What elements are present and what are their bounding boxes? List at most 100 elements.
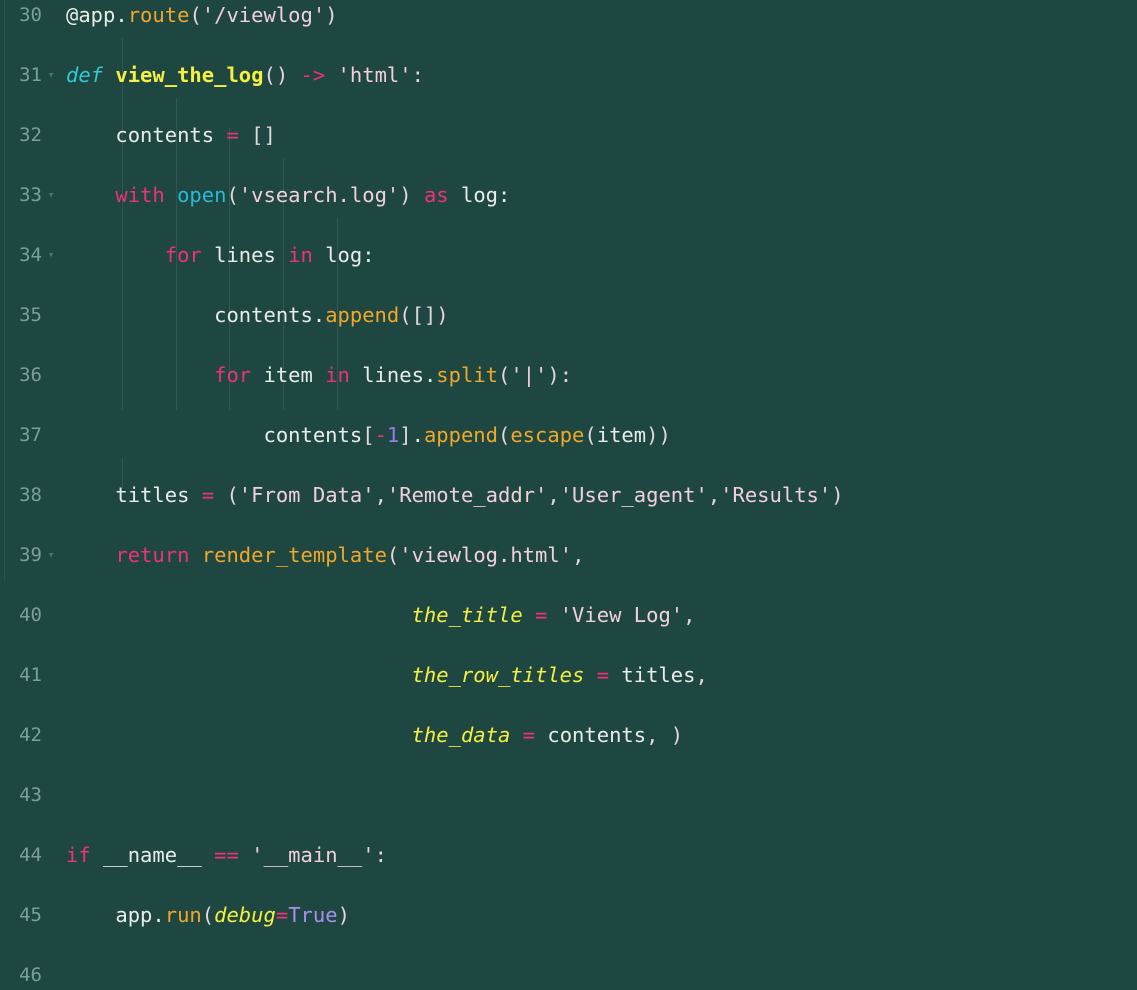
line-number: 32 (19, 124, 42, 146)
token: '|' (510, 363, 548, 387)
token: = (535, 603, 548, 627)
token: split (436, 363, 499, 387)
fold-arrow-icon[interactable]: ▾ (44, 240, 58, 270)
token: debug (214, 903, 276, 927)
code-line[interactable]: 33 ▾ with open('vsearch.log') as log: (0, 180, 1137, 210)
code-content-area[interactable]: 30 @app.route('/viewlog') 31 ▾ def view_the_… (0, 0, 1137, 986)
line-source-text: if __name__ == '__main__': (66, 840, 387, 870)
token: item (596, 423, 647, 447)
code-line[interactable]: 46 (0, 960, 1137, 990)
token: 'html' (337, 63, 412, 87)
token: ( (399, 303, 412, 327)
fold-arrow-icon[interactable]: ▾ (44, 540, 58, 570)
token: route (127, 3, 190, 27)
token: = (275, 903, 289, 927)
token: append (325, 303, 400, 327)
code-line[interactable]: 36 for item in lines.split('|'): (0, 360, 1137, 390)
token: -> (300, 63, 326, 87)
token: = (596, 663, 610, 687)
token: titles (66, 483, 202, 507)
token: return (115, 543, 190, 567)
token: [] (251, 123, 276, 147)
fold-arrow-icon[interactable]: ▾ (44, 180, 58, 210)
token: = (522, 723, 536, 747)
token: contents (66, 123, 227, 147)
code-line[interactable]: 30 @app.route('/viewlog') (0, 0, 1137, 30)
token: , (707, 483, 721, 507)
fold-arrow-icon[interactable]: ▾ (44, 60, 58, 90)
token: ) (325, 3, 338, 27)
token: app. (66, 903, 165, 927)
token: : (411, 63, 424, 87)
code-line[interactable]: 41 the_row_titles = titles, (0, 660, 1137, 690)
code-line[interactable]: 42 the_data = contents, ) (0, 720, 1137, 750)
token: the_title (411, 603, 523, 627)
code-line[interactable]: 45 app.run(debug=True) (0, 900, 1137, 930)
token: 'Remote_addr' (386, 483, 548, 507)
token: ( (201, 903, 215, 927)
token: for (164, 243, 202, 267)
token: item (251, 363, 326, 387)
code-line[interactable]: 38 titles = ('From Data','Remote_addr','… (0, 480, 1137, 510)
token: , (547, 483, 560, 507)
token: : (374, 843, 387, 867)
line-number: 40 (19, 604, 42, 626)
line-source-text: contents.append([]) (66, 300, 449, 330)
code-line[interactable]: 31 ▾ def view_the_log() -> 'html': (0, 60, 1137, 90)
token: contents (66, 423, 363, 447)
code-line[interactable]: 43 (0, 780, 1137, 810)
token: lines. (349, 363, 437, 387)
token: the_data (411, 723, 511, 747)
code-line[interactable]: 34 ▾ for lines in log: (0, 240, 1137, 270)
code-line[interactable]: 32 contents = [] (0, 120, 1137, 150)
token: in (288, 243, 313, 267)
code-line[interactable]: 37 contents[-1].append(escape(item)) (0, 420, 1137, 450)
code-line[interactable]: 35 contents.append([]) (0, 300, 1137, 330)
token: ( (498, 423, 511, 447)
token: with (115, 183, 165, 207)
token: , (695, 663, 708, 687)
token: 'viewlog.html' (399, 543, 573, 567)
token: escape (510, 423, 585, 447)
token: ( (498, 363, 511, 387)
line-number: 45 (19, 904, 42, 926)
line-number: 42 (19, 724, 42, 746)
token: open (177, 183, 227, 207)
token: the_row_titles (411, 663, 585, 687)
line-source-text: titles = ('From Data','Remote_addr','Use… (66, 480, 843, 510)
line-number: 35 (19, 304, 42, 326)
token: '/viewlog' (201, 3, 326, 27)
code-line[interactable]: 40 the_title = 'View Log', (0, 600, 1137, 630)
token: append (423, 423, 498, 447)
code-line[interactable]: 44 if __name__ == '__main__': (0, 840, 1137, 870)
token: in (325, 363, 350, 387)
line-source-text: the_title = 'View Log', (66, 600, 696, 630)
token: 'vsearch.log' (238, 183, 400, 207)
line-number: 34 (19, 244, 42, 266)
token: = (201, 483, 215, 507)
line-source-text: for item in lines.split('|'): (66, 360, 572, 390)
token: ) (399, 183, 412, 207)
token: . (411, 423, 424, 447)
code-editor[interactable]: 30 @app.route('/viewlog') 31 ▾ def view_the_… (0, 0, 1137, 986)
token: [ (362, 423, 375, 447)
line-number: 33 (19, 184, 42, 206)
token: titles (609, 663, 696, 687)
line-number: 31 (19, 64, 42, 86)
token: , (683, 603, 696, 627)
token: ] (399, 423, 412, 447)
token: 1 (386, 423, 400, 447)
line-source-text: contents[-1].append(escape(item)) (66, 420, 670, 450)
code-line[interactable]: 39 ▾ return render_template('viewlog.html… (0, 540, 1137, 570)
token: , (646, 723, 671, 747)
